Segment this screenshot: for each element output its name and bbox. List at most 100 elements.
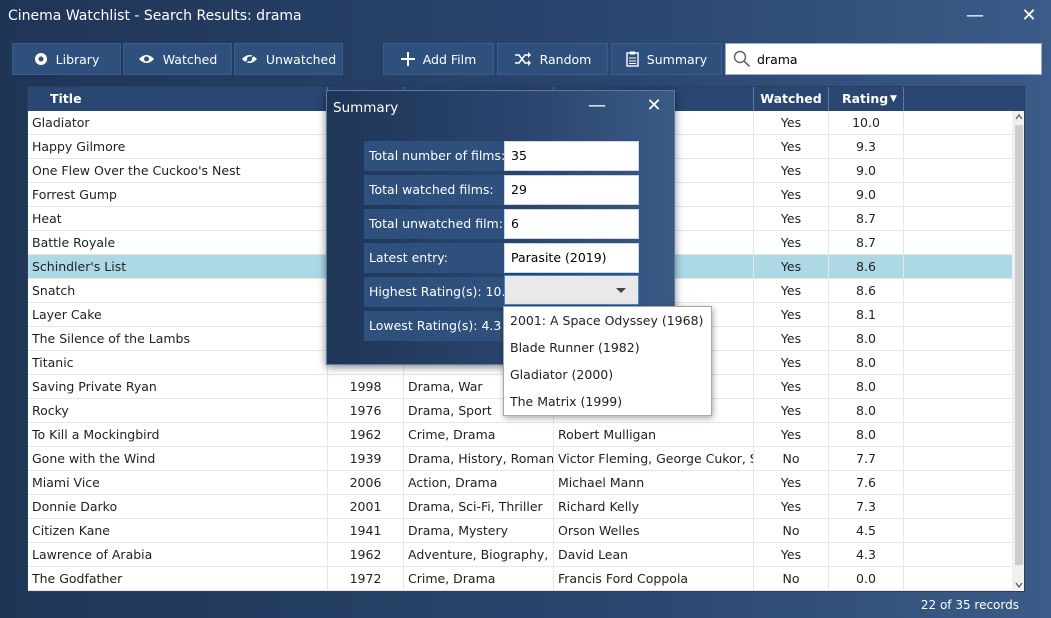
cell-director: Robert Mulligan xyxy=(554,423,754,447)
scroll-up-icon[interactable] xyxy=(1012,111,1025,123)
cell-genre: Drama, Sci-Fi, Thriller xyxy=(404,495,554,519)
cell-director: David Lean xyxy=(554,543,754,567)
search-box[interactable] xyxy=(725,43,1042,75)
cell-title: Snatch xyxy=(28,279,328,303)
dropdown-option[interactable]: Blade Runner (1982) xyxy=(504,334,711,361)
cell-rating: 7.3 xyxy=(829,495,904,519)
column-header-rating[interactable]: Rating ▼ xyxy=(829,87,904,111)
cell-genre: Drama, Mystery xyxy=(404,519,554,543)
window-title: Cinema Watchlist - Search Results: drama xyxy=(8,8,302,24)
cell-year: 1998 xyxy=(328,375,404,399)
table-row[interactable]: Lawrence of Arabia 1962 Adventure, Biograp… xyxy=(28,543,1012,567)
dialog-close-button[interactable]: ✕ xyxy=(642,96,666,118)
random-button[interactable]: Random xyxy=(497,43,608,75)
cell-director: Michael Mann xyxy=(554,471,754,495)
watched-button[interactable]: Watched xyxy=(123,43,232,75)
record-count: 22 of 35 records xyxy=(920,598,1019,612)
search-input[interactable] xyxy=(757,51,1027,67)
dropdown-option[interactable]: Gladiator (2000) xyxy=(504,361,711,388)
cell-director: Francis Ford Coppola xyxy=(554,567,754,591)
cell-watched: Yes xyxy=(754,183,829,207)
table-row[interactable]: Donnie Darko 2001 Drama, Sci-Fi, Thriller R… xyxy=(28,495,1012,519)
cell-watched: Yes xyxy=(754,255,829,279)
cell-watched: Yes xyxy=(754,471,829,495)
cell-title: To Kill a Mockingbird xyxy=(28,423,328,447)
cell-genre: Drama, History, Romance xyxy=(404,447,554,471)
library-icon xyxy=(34,53,47,65)
watched-label: Watched xyxy=(162,51,218,67)
latest-entry-field: Parasite (2019) xyxy=(504,243,639,273)
cell-rating: 8.1 xyxy=(829,303,904,327)
shuffle-icon xyxy=(514,52,531,66)
add-film-button[interactable]: Add Film xyxy=(383,43,494,75)
library-button[interactable]: Library xyxy=(12,43,121,75)
cell-title: One Flew Over the Cuckoo's Nest xyxy=(28,159,328,183)
cell-title: Layer Cake xyxy=(28,303,328,327)
total-films-label: Total number of films: xyxy=(364,141,505,171)
cell-title: Happy Gilmore xyxy=(28,135,328,159)
dialog-minimize-button[interactable]: — xyxy=(585,96,609,118)
cell-title: Titanic xyxy=(28,351,328,375)
add-film-label: Add Film xyxy=(422,51,477,67)
cell-title: Donnie Darko xyxy=(28,495,328,519)
library-label: Library xyxy=(55,51,100,67)
cell-title: The Silence of the Lambs xyxy=(28,327,328,351)
cell-title: Schindler's List xyxy=(28,255,328,279)
cell-year: 1972 xyxy=(328,567,404,591)
cell-rating: 4.5 xyxy=(829,519,904,543)
dropdown-option[interactable]: 2001: A Space Odyssey (1968) xyxy=(504,307,711,334)
cell-year: 2001 xyxy=(328,495,404,519)
cell-title: Miami Vice xyxy=(28,471,328,495)
cell-title: Battle Royale xyxy=(28,231,328,255)
column-header-title[interactable]: Title xyxy=(28,87,328,111)
clipboard-icon xyxy=(626,51,639,67)
scrollbar-thumb[interactable] xyxy=(1015,125,1023,565)
cell-watched: Yes xyxy=(754,423,829,447)
cell-director: Victor Fleming, George Cukor, Sa... xyxy=(554,447,754,471)
cell-rating: 8.0 xyxy=(829,399,904,423)
watched-films-label: Total watched films: xyxy=(364,175,504,205)
table-row[interactable]: Miami Vice 2006 Action, Drama Michael Mann Y… xyxy=(28,471,1012,495)
summary-button[interactable]: Summary xyxy=(611,43,722,75)
cell-rating: 9.0 xyxy=(829,159,904,183)
cell-genre: Action, Drama xyxy=(404,471,554,495)
cell-rating: 10.0 xyxy=(829,111,904,135)
minimize-button[interactable]: — xyxy=(963,6,987,28)
cell-watched: Yes xyxy=(754,303,829,327)
cell-rating: 0.0 xyxy=(829,567,904,591)
column-header-watched[interactable]: Watched xyxy=(754,87,829,111)
highest-rating-combobox[interactable] xyxy=(504,275,639,305)
unwatched-label: Unwatched xyxy=(265,51,337,67)
table-row[interactable]: The Godfather 1972 Crime, Drama Francis For… xyxy=(28,567,1012,591)
cell-watched: No xyxy=(754,519,829,543)
cell-watched: Yes xyxy=(754,111,829,135)
cell-genre: Crime, Drama xyxy=(404,567,554,591)
unwatched-button[interactable]: Unwatched xyxy=(234,43,343,75)
cell-watched: Yes xyxy=(754,231,829,255)
cell-rating: 7.7 xyxy=(829,447,904,471)
cell-rating: 8.0 xyxy=(829,375,904,399)
cell-year: 1976 xyxy=(328,399,404,423)
watched-films-field: 29 xyxy=(504,175,639,205)
latest-entry-label: Latest entry: xyxy=(364,243,504,273)
dropdown-option[interactable]: The Matrix (1999) xyxy=(504,388,711,415)
sort-desc-icon: ▼ xyxy=(890,94,897,104)
unwatched-films-label: Total unwatched film: xyxy=(364,209,504,239)
cell-director: Orson Welles xyxy=(554,519,754,543)
table-row[interactable]: Gone with the Wind 1939 Drama, History, Ro… xyxy=(28,447,1012,471)
scroll-down-icon[interactable] xyxy=(1012,579,1025,591)
cell-title: Gone with the Wind xyxy=(28,447,328,471)
cell-rating: 8.7 xyxy=(829,231,904,255)
highest-rating-label: Highest Rating(s): 10.0 xyxy=(364,277,513,307)
vertical-scrollbar[interactable] xyxy=(1012,111,1025,591)
cell-title: Forrest Gump xyxy=(28,183,328,207)
cell-watched: Yes xyxy=(754,399,829,423)
close-button[interactable]: ✕ xyxy=(1017,6,1041,28)
cell-rating: 9.3 xyxy=(829,135,904,159)
table-row[interactable]: To Kill a Mockingbird 1962 Crime, Drama Rob… xyxy=(28,423,1012,447)
cell-rating: 8.0 xyxy=(829,423,904,447)
cell-watched: No xyxy=(754,447,829,471)
eye-slash-icon xyxy=(241,53,257,65)
highest-rating-dropdown: 2001: A Space Odyssey (1968) Blade Runne… xyxy=(503,306,712,416)
table-row[interactable]: Citizen Kane 1941 Drama, Mystery Orson Well… xyxy=(28,519,1012,543)
